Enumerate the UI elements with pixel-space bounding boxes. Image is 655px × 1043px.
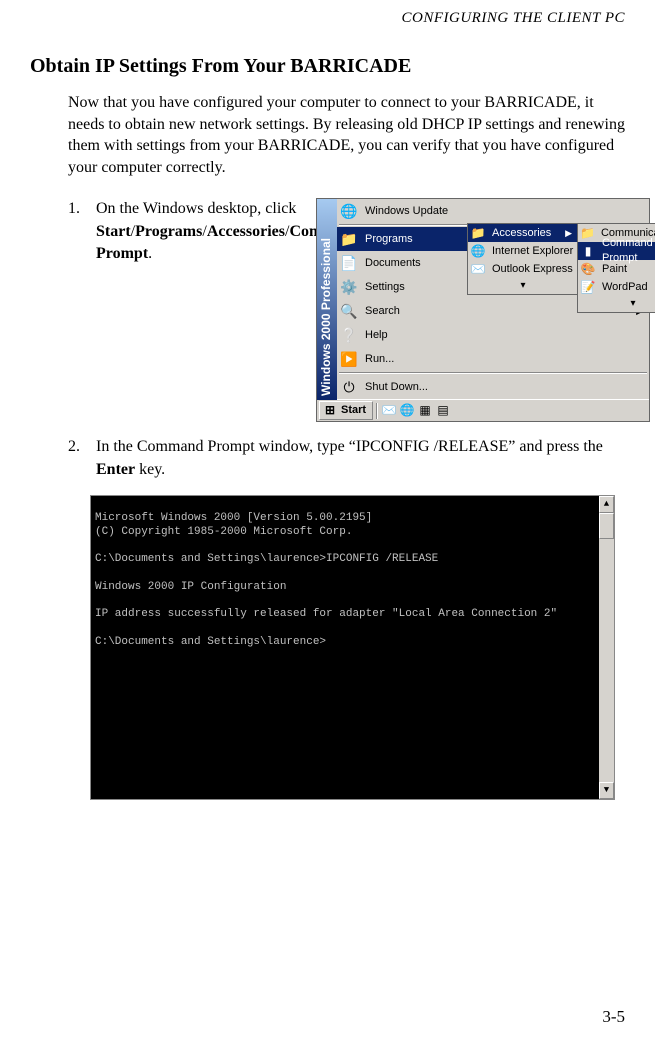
menu-run[interactable]: ▶️ Run... (337, 347, 649, 371)
windows-update-icon: 🌐 (339, 201, 359, 221)
windows-banner: Windows 2000 Professional (317, 199, 337, 400)
documents-icon: 📄 (339, 253, 359, 273)
menu-separator (339, 372, 647, 374)
menu-label: Run... (365, 352, 645, 367)
programs-submenu: 📁 Accessories ▶ 🌐 Internet Explorer ✉️ O… (467, 223, 579, 295)
menu-windows-update[interactable]: 🌐 Windows Update (337, 199, 649, 223)
taskbar-app-icon[interactable]: ▤ (435, 403, 451, 419)
intro-paragraph: Now that you have configured your comput… (68, 92, 625, 178)
t: Enter (96, 461, 135, 478)
t: Programs (135, 223, 202, 240)
menu-help[interactable]: ❔ Help (337, 323, 649, 347)
banner-edition: Professional (319, 238, 333, 310)
start-label: Start (341, 403, 366, 418)
cmd-line: Windows 2000 IP Configuration (95, 581, 286, 593)
step-number: 1. (68, 198, 96, 220)
submenu-command-prompt[interactable]: ▮ Command Prompt (578, 242, 655, 260)
taskbar: ⊞ Start ✉️ 🌐 ▦ ▤ (317, 399, 649, 421)
t: key. (135, 461, 165, 478)
more-chevron-icon[interactable]: ▾ (468, 278, 578, 294)
help-icon: ❔ (339, 325, 359, 345)
t: Accessories (207, 223, 285, 240)
command-prompt-window: Microsoft Windows 2000 [Version 5.00.219… (90, 495, 615, 800)
submenu-accessories[interactable]: 📁 Accessories ▶ (468, 224, 578, 242)
windows-logo-icon: ⊞ (322, 403, 338, 419)
cmd-line: IP address successfully released for ada… (95, 608, 557, 620)
search-icon: 🔍 (339, 301, 359, 321)
scroll-up-icon[interactable]: ▲ (599, 496, 614, 513)
banner-os: Windows 2000 (319, 314, 333, 397)
step-1-text: On the Windows desktop, click Start/Prog… (96, 198, 306, 265)
step-number: 2. (68, 436, 96, 481)
taskbar-desktop-icon[interactable]: ▦ (417, 403, 433, 419)
shutdown-icon: ⏻ (339, 377, 359, 397)
paint-icon: 🎨 (580, 261, 596, 277)
taskbar-ie-icon[interactable]: 🌐 (399, 403, 415, 419)
scroll-track[interactable] (599, 539, 614, 782)
menu-label: Outlook Express (492, 262, 574, 277)
folder-icon: 📁 (580, 225, 595, 241)
taskbar-mail-icon[interactable]: ✉️ (381, 403, 397, 419)
run-icon: ▶️ (339, 349, 359, 369)
t: Start (96, 223, 131, 240)
menu-shutdown[interactable]: ⏻ Shut Down... (337, 375, 649, 399)
submenu-wordpad[interactable]: 📝 WordPad (578, 278, 655, 296)
scroll-down-icon[interactable]: ▼ (599, 782, 614, 799)
scrollbar[interactable]: ▲ ▼ (599, 496, 614, 799)
submenu-paint[interactable]: 🎨 Paint (578, 260, 655, 278)
running-header: CONFIGURING THE CLIENT PC (30, 10, 625, 27)
cmd-line: Microsoft Windows 2000 [Version 5.00.219… (95, 512, 372, 524)
t: On the Windows desktop, click (96, 200, 296, 217)
step-2-text: In the Command Prompt window, type “IPCO… (96, 436, 625, 481)
cmd-line: C:\Documents and Settings\laurence>IPCON… (95, 553, 438, 565)
menu-label: Internet Explorer (492, 244, 574, 259)
section-title: Obtain IP Settings From Your BARRICADE (30, 55, 625, 78)
outlook-icon: ✉️ (470, 261, 486, 277)
page-number: 3-5 (602, 1007, 625, 1027)
menu-label: Help (365, 328, 645, 343)
menu-label: Accessories (492, 226, 559, 241)
menu-label: Paint (602, 262, 655, 277)
wordpad-icon: 📝 (580, 279, 596, 295)
ie-icon: 🌐 (470, 243, 486, 259)
start-button[interactable]: ⊞ Start (319, 401, 373, 420)
submenu-outlook[interactable]: ✉️ Outlook Express (468, 260, 578, 278)
accessories-submenu: 📁 Communications ▶ ▮ Command Prompt 🎨 Pa… (577, 223, 655, 313)
scroll-thumb[interactable] (599, 513, 614, 539)
taskbar-divider (376, 403, 378, 419)
menu-label: Shut Down... (365, 380, 645, 395)
start-menu-screenshot: Windows 2000 Professional 🌐 Windows Upda… (316, 198, 650, 422)
t: In the Command Prompt window, type “IPCO… (96, 438, 603, 455)
settings-icon: ⚙️ (339, 277, 359, 297)
command-prompt-icon: ▮ (580, 243, 596, 259)
t: . (148, 245, 152, 262)
cmd-line: C:\Documents and Settings\laurence> (95, 636, 326, 648)
folder-icon: 📁 (470, 225, 486, 241)
programs-icon: 📁 (339, 229, 359, 249)
menu-label: Windows Update (365, 204, 645, 219)
submenu-arrow-icon: ▶ (565, 227, 572, 240)
submenu-ie[interactable]: 🌐 Internet Explorer (468, 242, 578, 260)
cmd-line: (C) Copyright 1985-2000 Microsoft Corp. (95, 526, 352, 538)
more-chevron-icon[interactable]: ▾ (578, 296, 655, 312)
menu-label: WordPad (602, 280, 655, 295)
